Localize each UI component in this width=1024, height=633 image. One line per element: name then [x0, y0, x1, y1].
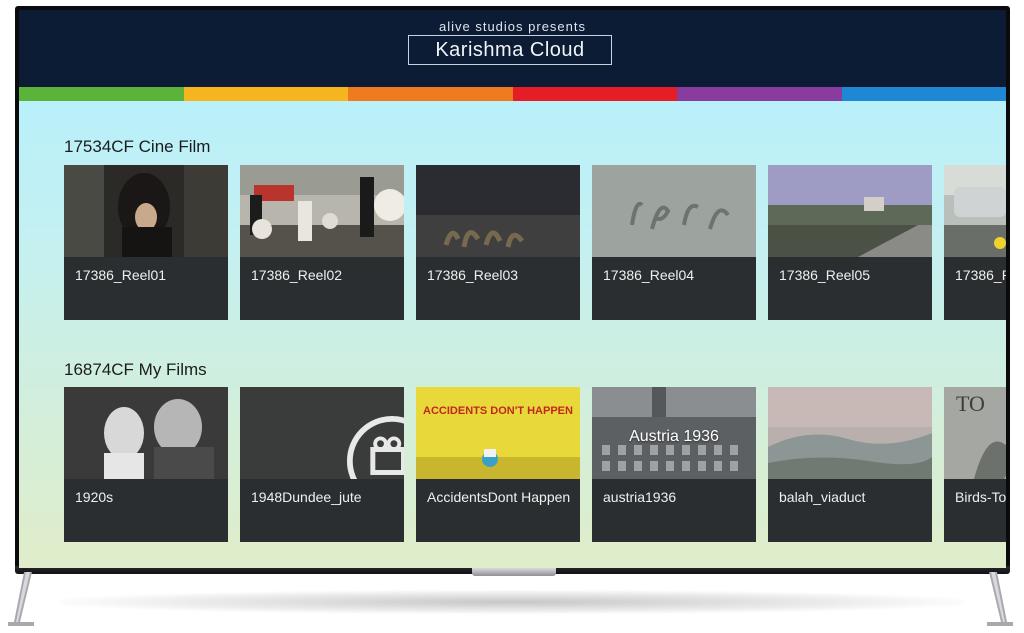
color-bar-segment — [348, 87, 513, 101]
video-card[interactable]: TO Birds-Tom — [944, 387, 1006, 542]
video-title: balah_viaduct — [779, 489, 866, 505]
video-card[interactable]: 17386_Reel05 — [768, 165, 932, 320]
video-card[interactable]: 17386_Reel02 — [240, 165, 404, 320]
tv-stand-right — [985, 572, 1015, 628]
video-thumbnail — [240, 165, 404, 257]
video-title: 1948Dundee_jute — [251, 489, 362, 505]
video-card[interactable]: ACCIDENTS DON'T HAPPEN AccidentsDont Hap… — [416, 387, 580, 542]
row-cine-film[interactable]: 17386_Reel01 17386_Reel02 17386_Reel03 1… — [64, 165, 1006, 320]
section-title-my-films: 16874CF My Films — [64, 360, 207, 379]
video-title: 1920s — [75, 489, 114, 505]
video-thumbnail — [64, 165, 228, 257]
thumbnail-caption: Austria 1936 — [629, 428, 719, 445]
video-title: 17386_Reel01 — [75, 267, 167, 283]
video-thumbnail — [64, 387, 228, 479]
video-card[interactable]: balah_viaduct — [768, 387, 932, 542]
tv-shadow — [60, 590, 964, 614]
video-thumbnail — [240, 387, 404, 479]
thumbnail-caption: ACCIDENTS DON'T HAPPEN — [423, 405, 573, 417]
tv-stand-left — [6, 572, 36, 628]
video-card[interactable]: 1920s — [64, 387, 228, 542]
video-title: 17386_Reel06 — [955, 267, 1006, 283]
video-card[interactable]: Austria 1936 austria1936 — [592, 387, 756, 542]
video-title: 17386_Reel05 — [779, 267, 871, 283]
thumbnail-caption: TO — [956, 391, 985, 416]
app-title: Karishma Cloud — [408, 35, 612, 65]
video-card[interactable]: 17386_Reel04 — [592, 165, 756, 320]
video-card[interactable]: 17386_Reel06 — [944, 165, 1006, 320]
video-card[interactable]: 17386_Reel01 — [64, 165, 228, 320]
color-bar — [19, 87, 1006, 101]
video-card[interactable]: 1948Dundee_jute — [240, 387, 404, 542]
video-title: austria1936 — [603, 489, 677, 505]
video-thumbnail — [592, 165, 756, 257]
tv-screen: alive studios presents Karishma Cloud 17… — [19, 10, 1006, 568]
app-header: alive studios presents Karishma Cloud — [19, 10, 1006, 87]
video-title: AccidentsDont Happen — [427, 489, 571, 505]
row-my-films[interactable]: 1920s 1948Dundee_jute ACCIDENTS DON'T HA… — [64, 387, 1006, 542]
video-title: 17386_Reel03 — [427, 267, 519, 283]
color-bar-segment — [512, 87, 677, 101]
video-title: 17386_Reel02 — [251, 267, 343, 283]
color-bar-segment — [19, 87, 184, 101]
section-title-cine-film: 17534CF Cine Film — [64, 137, 211, 156]
video-card[interactable]: 17386_Reel03 — [416, 165, 580, 320]
color-bar-segment — [677, 87, 842, 101]
video-thumbnail: TO — [944, 387, 1006, 479]
video-thumbnail: Austria 1936 — [592, 387, 756, 479]
film-camera-icon — [346, 415, 404, 479]
video-thumbnail — [768, 387, 932, 479]
video-title: Birds-Tom — [955, 489, 1006, 505]
video-title: 17386_Reel04 — [603, 267, 695, 283]
video-thumbnail — [944, 165, 1006, 257]
video-thumbnail — [768, 165, 932, 257]
video-thumbnail: ACCIDENTS DON'T HAPPEN — [416, 387, 580, 479]
color-bar-segment — [841, 87, 1006, 101]
video-thumbnail — [416, 165, 580, 257]
color-bar-segment — [183, 87, 348, 101]
header-subtitle: alive studios presents — [438, 19, 586, 34]
tv-brand-plate — [472, 568, 556, 576]
